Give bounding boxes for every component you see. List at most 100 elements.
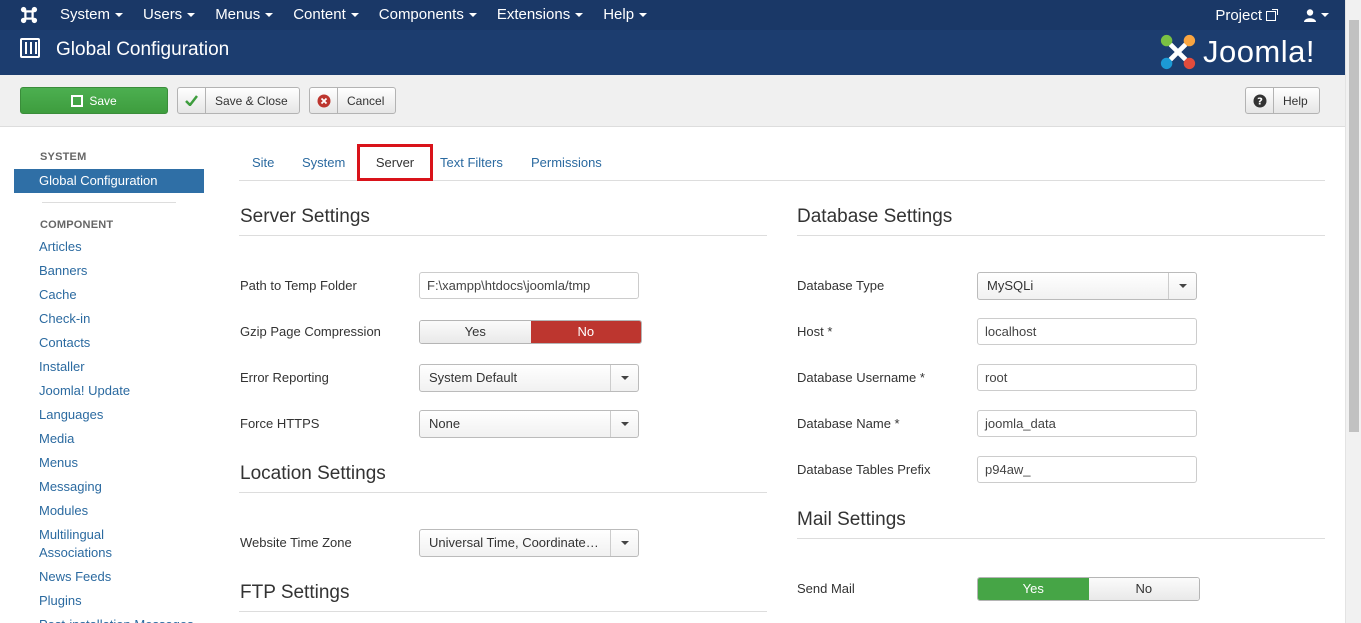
time-zone-select[interactable]: Universal Time, Coordinated (UTC) [419, 529, 639, 557]
gzip-label: Gzip Page Compression [240, 324, 381, 339]
edit-icon [71, 94, 84, 107]
menu-content[interactable]: Content [283, 0, 369, 30]
sidebar-item-news-feeds[interactable]: News Feeds [14, 565, 204, 589]
sidebar-item-modules[interactable]: Modules [14, 499, 204, 523]
caret-down-icon [265, 13, 274, 18]
error-reporting-select[interactable]: System Default [419, 364, 639, 392]
database-settings-title: Database Settings [797, 206, 953, 227]
joomla-menu-icon[interactable] [20, 6, 38, 24]
check-icon [178, 88, 206, 113]
sidebar-item-contacts[interactable]: Contacts [14, 331, 204, 355]
page-scrollbar[interactable] [1345, 0, 1361, 623]
menu-extensions[interactable]: Extensions [487, 0, 593, 30]
database-username-label: Database Username * [797, 370, 925, 385]
send-mail-yes-option[interactable]: Yes [978, 578, 1089, 600]
temp-folder-label: Path to Temp Folder [240, 278, 357, 293]
sidebar-heading-system: SYSTEM [40, 151, 87, 163]
top-menu: System Users Menus Content Components Ex… [50, 0, 657, 30]
force-https-select[interactable]: None [419, 410, 639, 438]
ftp-settings-title: FTP Settings [240, 582, 350, 603]
external-link-icon [1266, 8, 1278, 21]
menu-system[interactable]: System [50, 0, 133, 30]
section-divider [797, 235, 1325, 236]
database-type-select[interactable]: MySQLi [977, 272, 1197, 300]
send-mail-no-option[interactable]: No [1088, 578, 1199, 600]
config-tabs: Site System Server Text Filters Permissi… [239, 144, 1325, 181]
sidebar-item-menus[interactable]: Menus [14, 451, 204, 475]
temp-folder-input[interactable]: F:\xampp\htdocs\joomla/tmp [419, 272, 639, 299]
mail-settings-title: Mail Settings [797, 509, 906, 530]
joomla-logo-icon [1160, 34, 1196, 70]
scrollbar-thumb[interactable] [1349, 20, 1359, 432]
database-name-input[interactable]: joomla_data [977, 410, 1197, 437]
sidebar-item-media[interactable]: Media [14, 427, 204, 451]
caret-down-icon [1321, 13, 1329, 17]
sidebar-item-post-installation[interactable]: Post-installation Messages [14, 613, 204, 623]
table-prefix-label: Database Tables Prefix [797, 462, 931, 477]
tab-system[interactable]: System [302, 144, 345, 181]
database-type-label: Database Type [797, 278, 885, 293]
chevron-down-icon [610, 530, 638, 556]
gzip-yes-option[interactable]: Yes [420, 321, 531, 343]
host-label: Host * [797, 324, 833, 339]
page-title: Global Configuration [56, 39, 230, 60]
help-button[interactable]: ? Help [1245, 87, 1320, 114]
user-icon [1304, 8, 1316, 22]
sidebar-item-check-in[interactable]: Check-in [14, 307, 204, 331]
question-icon: ? [1246, 88, 1274, 113]
save-button[interactable]: Save [20, 87, 168, 114]
chevron-down-icon [1168, 273, 1196, 299]
project-link[interactable]: Project [1215, 7, 1278, 24]
toolbar: Save Save & Close Cancel ? Help [0, 75, 1345, 127]
force-https-label: Force HTTPS [240, 416, 320, 431]
sidebar-item-plugins[interactable]: Plugins [14, 589, 204, 613]
table-prefix-input[interactable]: p94aw_ [977, 456, 1197, 483]
sidebar-item-banners[interactable]: Banners [14, 259, 204, 283]
tab-permissions[interactable]: Permissions [531, 144, 602, 181]
sidebar-item-global-configuration[interactable]: Global Configuration [14, 169, 204, 193]
database-username-input[interactable]: root [977, 364, 1197, 391]
equalizer-icon [20, 38, 40, 58]
user-menu[interactable] [1304, 8, 1329, 22]
tab-server[interactable]: Server [357, 144, 433, 181]
top-navbar: System Users Menus Content Components Ex… [0, 0, 1345, 30]
database-name-label: Database Name * [797, 416, 900, 431]
send-mail-label: Send Mail [797, 581, 855, 596]
chevron-down-icon [610, 411, 638, 437]
sidebar-item-joomla-update[interactable]: Joomla! Update [14, 379, 204, 403]
caret-down-icon [468, 13, 477, 18]
section-divider [797, 538, 1325, 539]
gzip-no-option[interactable]: No [530, 321, 641, 343]
cancel-button[interactable]: Cancel [309, 87, 396, 114]
tab-text-filters[interactable]: Text Filters [440, 144, 503, 181]
host-input[interactable]: localhost [977, 318, 1197, 345]
caret-down-icon [187, 13, 196, 18]
sidebar-item-cache[interactable]: Cache [14, 283, 204, 307]
top-right: Project [1215, 0, 1329, 30]
time-zone-label: Website Time Zone [240, 535, 352, 550]
menu-components[interactable]: Components [369, 0, 487, 30]
sidebar-item-installer[interactable]: Installer [14, 355, 204, 379]
tab-site[interactable]: Site [252, 144, 274, 181]
server-settings-title: Server Settings [240, 206, 370, 227]
sidebar-item-articles[interactable]: Articles [14, 235, 204, 259]
joomla-logo: Joomla! [1159, 33, 1315, 71]
svg-text:?: ? [1257, 96, 1263, 107]
send-mail-toggle: Yes No [977, 577, 1200, 601]
save-close-button[interactable]: Save & Close [177, 87, 300, 114]
caret-down-icon [575, 13, 584, 18]
menu-help[interactable]: Help [593, 0, 657, 30]
sidebar-heading-component: COMPONENT [40, 219, 114, 231]
caret-down-icon [350, 13, 359, 18]
caret-down-icon [115, 13, 124, 18]
sidebar-item-multilingual-associations[interactable]: Multilingual Associations [14, 523, 124, 565]
chevron-down-icon [610, 365, 638, 391]
gzip-toggle: Yes No [419, 320, 642, 344]
section-divider [239, 611, 767, 612]
caret-down-icon [639, 13, 648, 18]
sidebar-item-languages[interactable]: Languages [14, 403, 204, 427]
sidebar-divider [42, 202, 176, 203]
menu-menus[interactable]: Menus [205, 0, 283, 30]
menu-users[interactable]: Users [133, 0, 205, 30]
sidebar-item-messaging[interactable]: Messaging [14, 475, 204, 499]
